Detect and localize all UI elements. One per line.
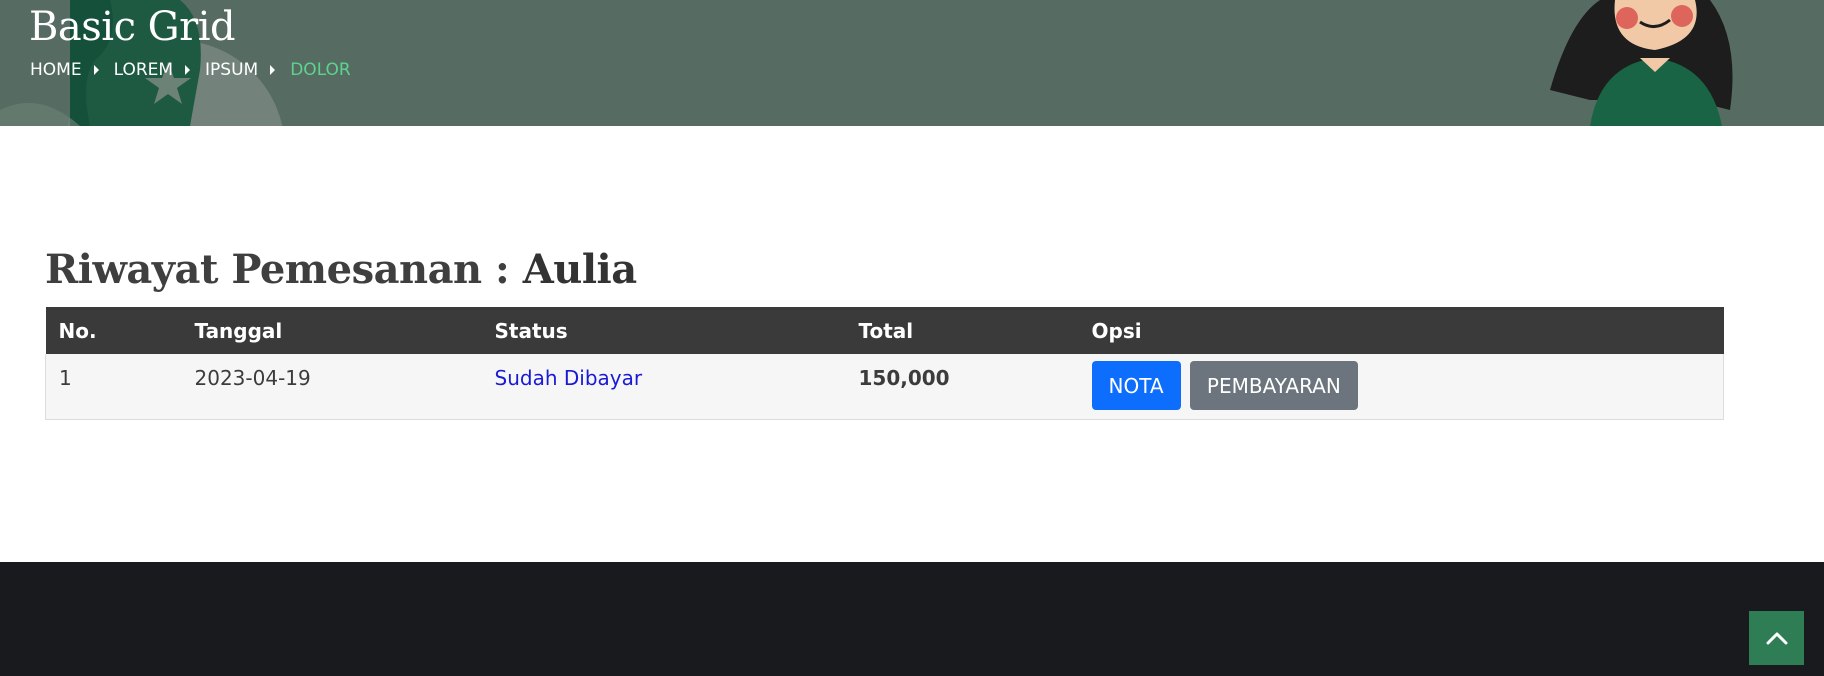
caret-right-icon xyxy=(185,65,191,75)
nota-button[interactable]: NOTA xyxy=(1091,361,1181,410)
hero-illustration-right xyxy=(1550,0,1733,126)
column-header-opsi: Opsi xyxy=(1091,318,1142,343)
order-history-table: No. Tanggal Status Total Opsi 1 2023-04-… xyxy=(45,307,1724,420)
column-header-total: Total xyxy=(858,318,914,343)
breadcrumb-dolor: DOLOR xyxy=(290,60,351,80)
page-title-prefix: Riwayat Pemesanan : xyxy=(45,246,510,293)
caret-right-icon xyxy=(270,65,276,75)
breadcrumb: HOME LOREM IPSUM DOLOR xyxy=(30,60,351,80)
cell-opsi: NOTA PEMBAYARAN xyxy=(1078,354,1724,420)
table-row: 1 2023-04-19 Sudah Dibayar 150,000 NOTA … xyxy=(45,354,1724,420)
breadcrumb-home[interactable]: HOME xyxy=(30,60,82,80)
cell-total: 150,000 xyxy=(845,354,1079,420)
cell-status: Sudah Dibayar xyxy=(481,354,846,420)
page-title: Riwayat Pemesanan : Aulia xyxy=(45,246,637,293)
pembayaran-button[interactable]: PEMBAYARAN xyxy=(1189,361,1358,410)
caret-right-icon xyxy=(93,65,99,75)
cell-no: 1 xyxy=(45,354,182,420)
customer-name: Aulia xyxy=(522,246,637,293)
breadcrumb-ipsum[interactable]: IPSUM xyxy=(205,60,258,80)
hero-banner: Basic Grid HOME LOREM IPSUM DOLOR xyxy=(0,0,1824,126)
footer xyxy=(0,562,1824,676)
table-header-row: No. Tanggal Status Total Opsi xyxy=(45,307,1724,354)
back-to-top-button[interactable] xyxy=(1749,611,1804,665)
breadcrumb-lorem[interactable]: LOREM xyxy=(114,60,173,80)
column-header-no: No. xyxy=(58,318,97,343)
column-header-status: Status xyxy=(494,318,568,343)
status-link[interactable]: Sudah Dibayar xyxy=(495,366,643,390)
hero-title: Basic Grid xyxy=(29,4,236,50)
column-header-tanggal: Tanggal xyxy=(194,318,283,343)
cell-tanggal: 2023-04-19 xyxy=(181,354,482,420)
chevron-up-icon xyxy=(1766,632,1787,645)
